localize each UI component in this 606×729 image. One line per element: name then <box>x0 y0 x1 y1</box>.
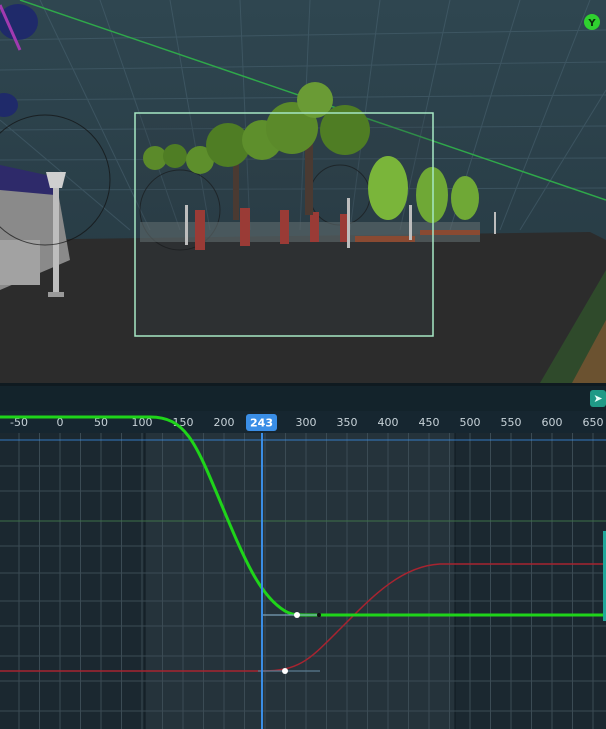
ruler-tick-label: 600 <box>542 416 563 429</box>
ruler-tick-label: 500 <box>460 416 481 429</box>
ruler-tick-label: 200 <box>214 416 235 429</box>
ruler-tick-label: 300 <box>296 416 317 429</box>
graph-editor-header <box>0 386 606 411</box>
ruler-tick-label: 450 <box>419 416 440 429</box>
ruler-tick-label: 550 <box>501 416 522 429</box>
play-arrow-icon[interactable]: ➤ <box>590 390 606 407</box>
3d-viewport[interactable]: Y <box>0 0 606 383</box>
playhead-frame: 243 <box>250 417 273 430</box>
ruler-tick-label: 350 <box>337 416 358 429</box>
ruler-tick-label: 650 <box>583 416 604 429</box>
svg-text:Y: Y <box>587 18 596 29</box>
graph-editor[interactable]: -50 0 50 100 150 200 300 350 400 450 500 550 600 650 … <box>0 411 606 729</box>
ruler-tick-label: 400 <box>378 416 399 429</box>
y-axis-gizmo[interactable]: Y <box>584 14 600 30</box>
